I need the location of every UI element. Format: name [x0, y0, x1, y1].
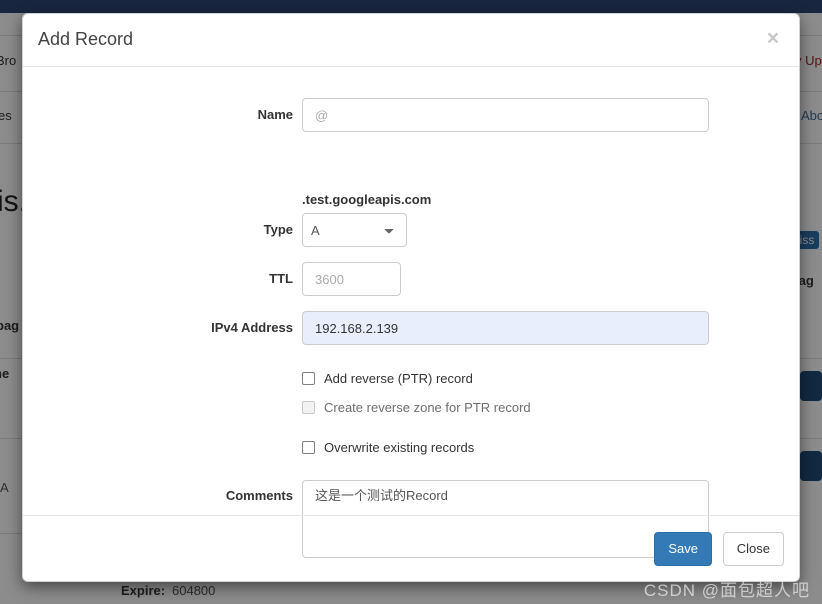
checkbox-label: Add reverse (PTR) record: [324, 370, 473, 386]
record-type-select[interactable]: AAAAACNAMEMXNSPTRSRVTXT: [302, 213, 407, 247]
form-row-type: Type AAAAACNAMEMXNSPTRSRVTXT: [23, 213, 799, 247]
domain-suffix-text: .test.googleapis.com: [302, 192, 432, 207]
comments-label: Comments: [225, 488, 293, 503]
save-button[interactable]: Save: [654, 532, 712, 567]
checkbox-add-reverse-ptr[interactable]: Add reverse (PTR) record: [302, 368, 473, 388]
form-row-ipv4: IPv4 Address: [23, 311, 799, 345]
checkbox-overwrite-existing[interactable]: Overwrite existing records: [302, 437, 474, 457]
watermark-text: CSDN @面包超人吧: [643, 581, 810, 600]
form-row-name: Name: [23, 98, 799, 132]
checkbox-label: Overwrite existing records: [324, 439, 475, 455]
ttl-input[interactable]: [302, 262, 401, 296]
checkbox-box[interactable]: [302, 371, 315, 385]
dialog-footer: Save Close: [23, 515, 799, 581]
form-row-ttl: TTL: [23, 262, 799, 296]
checkbox-box[interactable]: [302, 440, 315, 454]
dialog-header: Add Record ×: [23, 14, 799, 67]
dialog-title: Add Record: [38, 29, 134, 49]
checkbox-create-reverse-zone: Create reverse zone for PTR record: [302, 397, 531, 417]
ttl-label: TTL: [269, 271, 293, 286]
name-label: Name: [257, 107, 293, 122]
ipv4-label: IPv4 Address: [211, 320, 293, 335]
checkbox-box: [302, 400, 315, 414]
type-label: Type: [263, 222, 293, 237]
name-input[interactable]: [302, 98, 709, 132]
add-record-dialog: Add Record × Name .test.googleapis.com T…: [22, 13, 800, 582]
close-icon[interactable]: ×: [761, 24, 785, 53]
ipv4-address-input[interactable]: [302, 311, 709, 345]
checkbox-label: Create reverse zone for PTR record: [324, 399, 531, 415]
close-button[interactable]: Close: [722, 532, 784, 567]
dialog-body: Name .test.googleapis.com Type AAAAACNAM…: [23, 67, 799, 558]
